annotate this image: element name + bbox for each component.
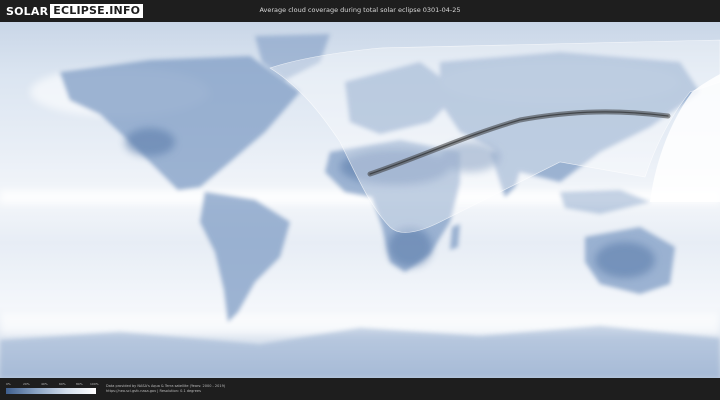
scale-tick: 20%	[23, 382, 30, 386]
scale-tick: 0%	[6, 382, 11, 386]
antarctica	[0, 326, 720, 378]
scale-gradient-bar	[6, 388, 96, 394]
cloud-coverage-scale: 0% 20% 40% 60% 80% 100%	[6, 382, 99, 396]
scale-tick: 60%	[59, 382, 66, 386]
world-map-svg	[0, 22, 720, 378]
data-credits: Data provided by NASA's Aqua & Terra sat…	[106, 384, 225, 394]
header-bar: SOLAR ECLIPSE.INFO Average cloud coverag…	[0, 0, 720, 22]
scale-tick: 80%	[76, 382, 83, 386]
credit-line-2[interactable]: https://neo.sci.gsfc.nasa.gov | Resoluti…	[106, 389, 225, 394]
footer-bar: 0% 20% 40% 60% 80% 100% Data provided by…	[0, 378, 720, 400]
cloud-coverage-map	[0, 22, 720, 378]
map-title: Average cloud coverage during total sola…	[259, 6, 461, 14]
scale-tick: 40%	[41, 382, 48, 386]
scale-tick: 100%	[90, 382, 99, 386]
